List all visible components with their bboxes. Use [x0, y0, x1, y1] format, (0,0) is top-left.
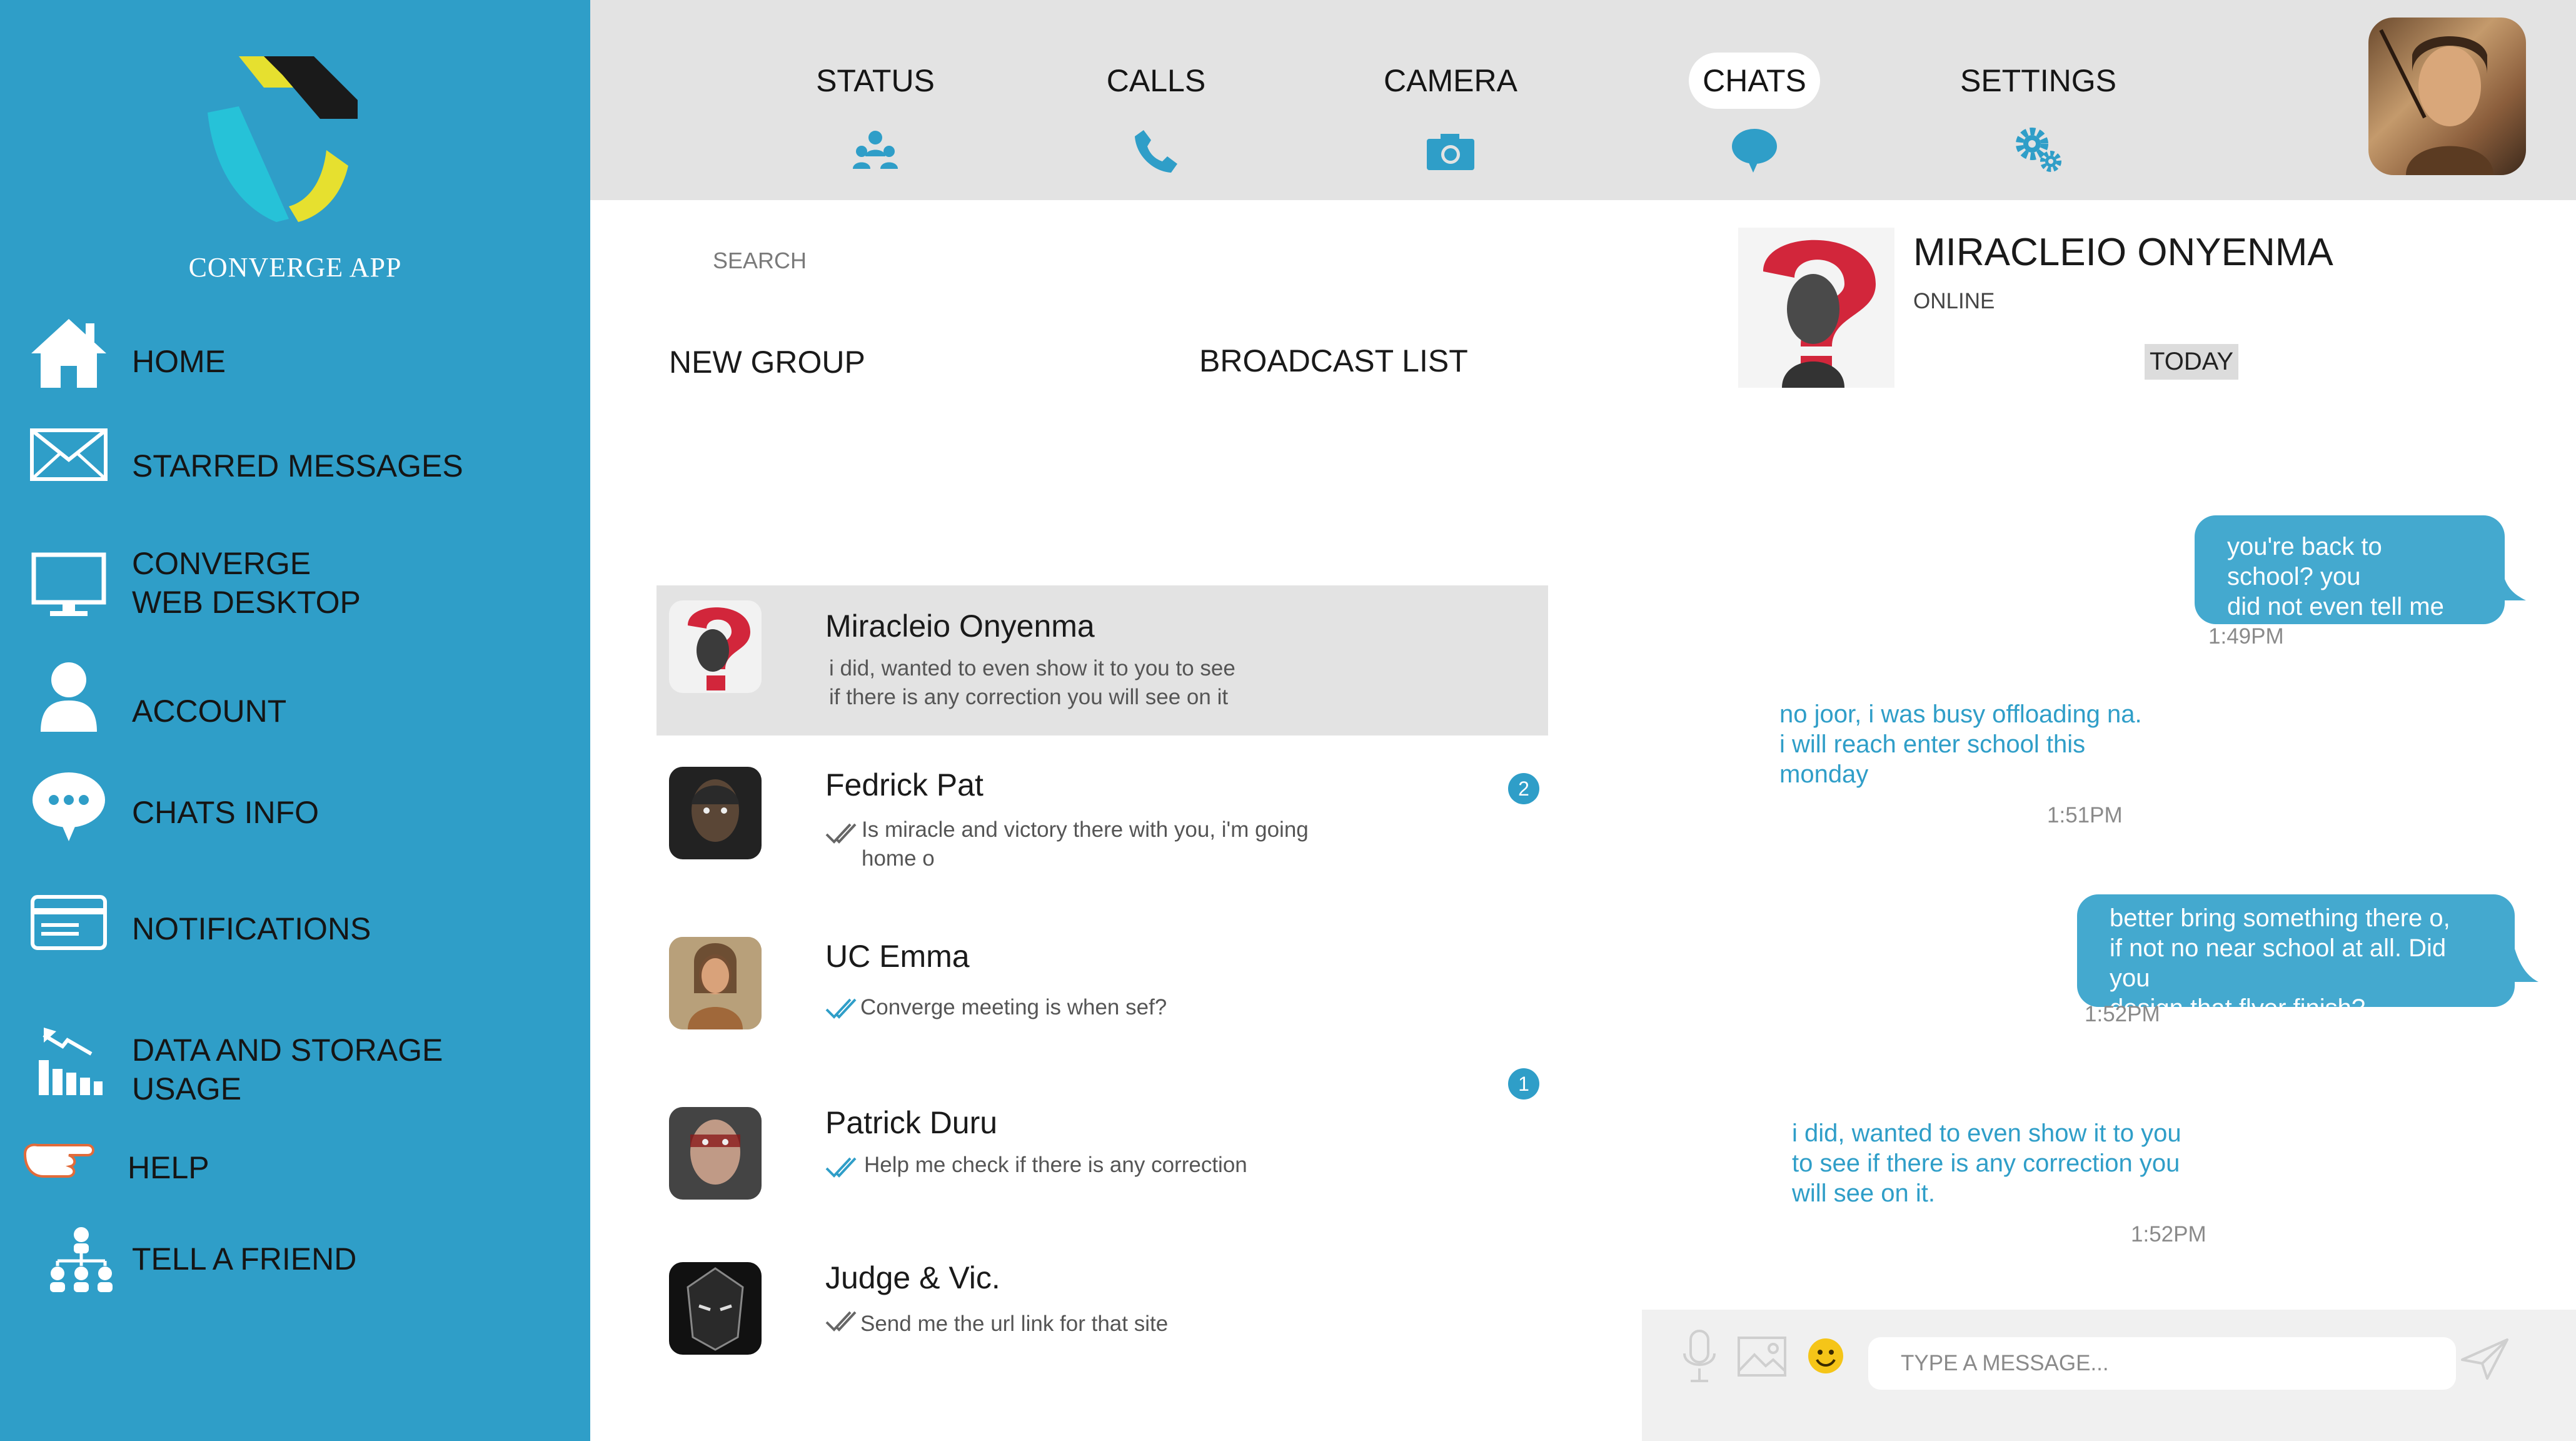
tab-label: CALLS [1106, 63, 1206, 98]
avatar [669, 600, 762, 693]
message-time: 1:52PM [2085, 1002, 2160, 1026]
avatar [669, 1262, 762, 1355]
avatar [669, 937, 762, 1029]
tab-calls[interactable]: CALLS [1062, 63, 1250, 188]
bar-chart-icon [25, 1019, 113, 1101]
monitor-icon [25, 544, 113, 625]
chat-preview: Send me the url link for that site [860, 1312, 1169, 1336]
tab-settings[interactable]: SETTINGS [1945, 63, 2132, 188]
sidebar-item-label: DATA AND STORAGE USAGE [132, 1033, 443, 1106]
chat-name: Patrick Duru [825, 1105, 998, 1140]
tab-status[interactable]: STATUS [782, 63, 969, 188]
sidebar-item-label: CHATS INFO [132, 795, 319, 830]
card-icon [25, 882, 113, 963]
speech-bubble-icon [25, 764, 113, 846]
contact-status: ONLINE [1913, 289, 1995, 313]
bubble-tail [2501, 944, 2538, 982]
envelope-icon [25, 414, 113, 495]
broadcast-list-button[interactable]: BROADCAST LIST [1199, 343, 1468, 379]
chat-row[interactable]: Miracleio Onyenma i did, wanted to even … [657, 585, 1548, 736]
people-icon [853, 131, 898, 169]
message-time: 1:52PM [2131, 1222, 2206, 1246]
tab-label: STATUS [816, 63, 935, 98]
contact-name: MIRACLEIO ONYENMA [1913, 231, 2333, 274]
sidebar-item-chats-info[interactable]: CHATS INFO [0, 764, 590, 858]
tab-camera[interactable]: CAMERA [1357, 63, 1544, 188]
phone-icon [1135, 130, 1177, 173]
sidebar-item-starred-messages[interactable]: STARRED MESSAGES [0, 420, 590, 514]
contact-avatar[interactable] [1738, 228, 1894, 388]
sidebar-item-label: TELL A FRIEND [132, 1241, 357, 1277]
incoming-message: i did, wanted to even show it to you to … [1792, 1120, 2181, 1207]
sidebar-item-label: ACCOUNT [132, 694, 287, 729]
read-ticks-icon [825, 998, 857, 1019]
sidebar-item-label: CONVERGE WEB DESKTOP [132, 546, 361, 620]
message-input[interactable] [1868, 1337, 2456, 1390]
image-icon[interactable] [1737, 1336, 1787, 1377]
profile-avatar[interactable] [2368, 18, 2526, 175]
outgoing-message: you're back to school? you did not even … [2195, 515, 2505, 624]
send-icon[interactable] [2460, 1337, 2510, 1381]
chat-bubble-icon [1732, 129, 1777, 173]
chat-preview: Is miracle and victory there with you, i… [862, 817, 1309, 871]
gears-icon [2016, 128, 2061, 172]
camera-icon [1427, 134, 1474, 170]
chat-name: Fedrick Pat [825, 767, 984, 802]
message-time: 1:49PM [2208, 624, 2284, 649]
microphone-icon[interactable] [1681, 1328, 1718, 1385]
unread-badge: 2 [1508, 773, 1539, 804]
sidebar: CONVERGE APP HOME STARRED MESSAGES CONVE… [0, 0, 590, 1441]
read-ticks-icon [825, 823, 857, 844]
read-ticks-icon [825, 1311, 857, 1332]
incoming-message: no joor, i was busy offloading na. i wil… [1779, 700, 2142, 788]
new-group-button[interactable]: NEW GROUP [669, 344, 865, 380]
chat-name: Miracleio Onyenma [825, 609, 1095, 644]
message-time: 1:51PM [2047, 803, 2123, 827]
app-name: CONVERGE APP [188, 252, 402, 283]
sidebar-item-home[interactable]: HOME [0, 313, 590, 407]
chat-preview: i did, wanted to even show it to you to … [829, 656, 1235, 709]
unread-badge: 1 [1508, 1068, 1539, 1100]
chat-name: Judge & Vic. [825, 1260, 1000, 1295]
chat-name: UC Emma [825, 939, 970, 974]
person-icon [25, 657, 113, 738]
network-icon [38, 1220, 125, 1301]
chat-row[interactable]: Patrick Duru Help me check if there is a… [657, 1068, 1548, 1232]
tab-label: CAMERA [1384, 63, 1517, 98]
chat-row[interactable]: Judge & Vic. Send me the url link for th… [657, 1245, 1548, 1395]
search-input[interactable]: SEARCH [713, 248, 807, 274]
sidebar-item-label: NOTIFICATIONS [132, 911, 371, 946]
house-icon [25, 313, 113, 394]
sidebar-item-converge-web-desktop[interactable]: CONVERGE WEB DESKTOP [0, 538, 590, 644]
sidebar-item-label: HELP [128, 1150, 209, 1185]
emoji-icon[interactable] [1807, 1337, 1844, 1375]
converge-logo [208, 56, 358, 222]
sidebar-item-label: HOME [132, 344, 226, 379]
tab-label: SETTINGS [1960, 63, 2117, 98]
sidebar-item-account[interactable]: ACCOUNT [0, 657, 590, 751]
sidebar-item-notifications[interactable]: NOTIFICATIONS [0, 888, 590, 982]
pointing-hand-icon [19, 1120, 106, 1201]
sidebar-item-help[interactable]: HELP [0, 1138, 590, 1201]
chat-preview: Converge meeting is when sef? [860, 995, 1167, 1019]
chat-row[interactable]: Fedrick Pat Is miracle and victory there… [657, 748, 1548, 898]
chat-row[interactable]: UC Emma Converge meeting is when sef? [657, 919, 1548, 1069]
day-divider: TODAY [2145, 344, 2239, 380]
avatar [669, 767, 762, 859]
read-ticks-icon [825, 1157, 857, 1178]
tab-chats[interactable]: CHATS [1661, 53, 1848, 188]
avatar [669, 1107, 762, 1200]
sidebar-item-tell-a-friend[interactable]: TELL A FRIEND [0, 1226, 590, 1301]
bubble-tail [2495, 575, 2526, 600]
chat-preview: Help me check if there is any correction [864, 1153, 1247, 1177]
sidebar-item-data-and-storage-usage[interactable]: DATA AND STORAGE USAGE [0, 1026, 590, 1132]
tab-label: CHATS [1661, 53, 1848, 109]
outgoing-message: better bring something there o, if not n… [2077, 894, 2515, 1022]
sidebar-item-label: STARRED MESSAGES [132, 448, 463, 483]
